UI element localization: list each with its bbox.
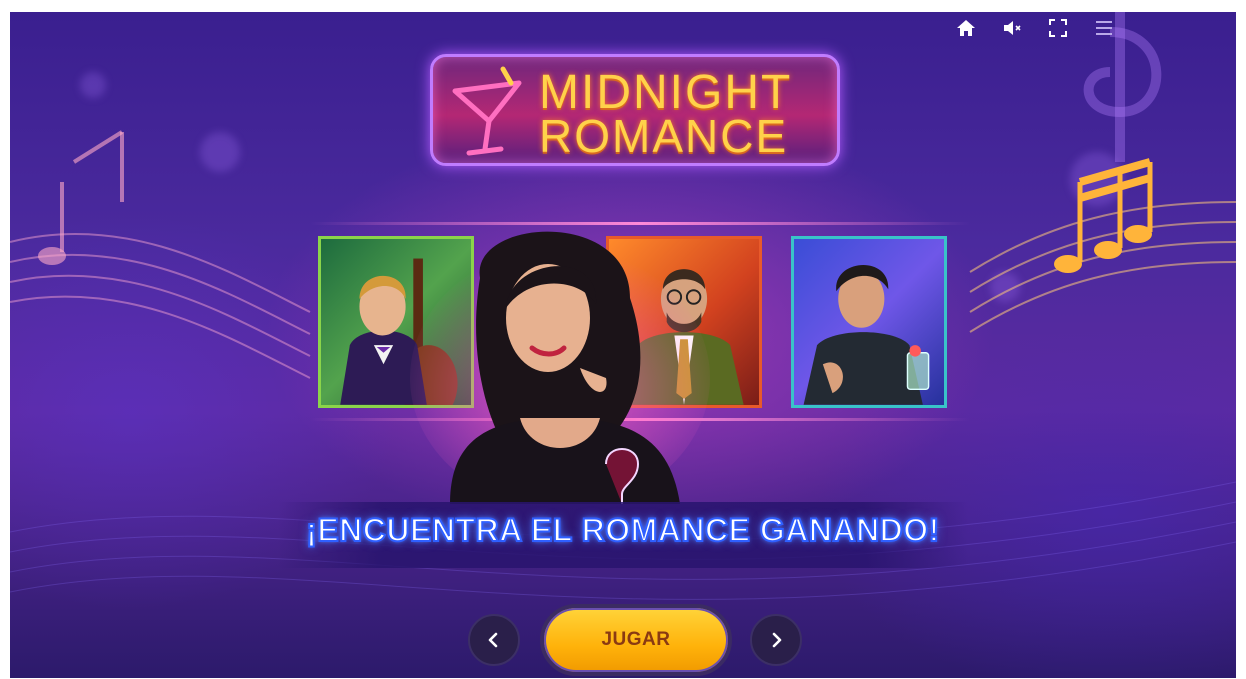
- bartender-character: [803, 264, 930, 405]
- fullscreen-icon: [1049, 19, 1067, 37]
- home-icon: [957, 20, 975, 36]
- game-logo: MIDNIGHT ROMANCE: [430, 54, 840, 166]
- logo-title-line2: ROMANCE: [539, 110, 789, 162]
- play-button[interactable]: JUGAR: [540, 604, 732, 676]
- lady-character: [410, 231, 710, 504]
- home-button[interactable]: [954, 16, 978, 40]
- tagline-text: ¡ENCUENTRA EL ROMANCE GANANDO!: [305, 511, 940, 549]
- mute-icon: [1004, 21, 1021, 35]
- cocktail-glass-icon: [452, 66, 522, 156]
- bartender-card: [791, 236, 947, 408]
- chevron-left-icon: [488, 632, 498, 648]
- fullscreen-button[interactable]: [1046, 16, 1070, 40]
- next-button[interactable]: [750, 614, 802, 666]
- game-screen: MIDNIGHT ROMANCE ¡ENCUENTRA EL ROMANCE G…: [10, 12, 1236, 678]
- chevron-right-icon: [772, 632, 782, 648]
- toolbar: [954, 16, 1116, 40]
- menu-button[interactable]: [1092, 16, 1116, 40]
- prev-button[interactable]: [468, 614, 520, 666]
- mute-button[interactable]: [1000, 16, 1024, 40]
- menu-icon: [1096, 21, 1112, 35]
